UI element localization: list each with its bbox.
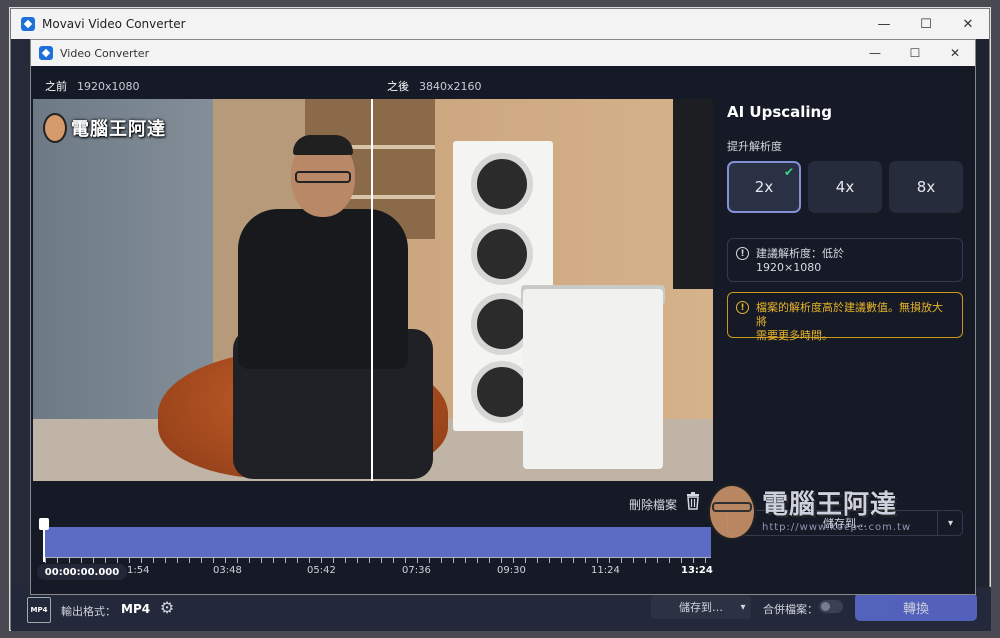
info-icon: ! <box>736 247 749 260</box>
info-text-line1: 建議解析度：低於 <box>756 247 844 260</box>
output-format-label: 輸出格式： <box>61 605 116 618</box>
site-watermark: 電腦王阿達 http://www.kocpc.com.tw <box>706 476 940 556</box>
close-button[interactable]: ✕ <box>947 9 989 39</box>
convert-button[interactable]: 轉換 <box>855 593 977 621</box>
tick-label: 09:30 <box>497 565 526 576</box>
scale-option-label: 4x <box>835 178 855 196</box>
tick-label: 05:42 <box>307 565 336 576</box>
before-label-group: 之前 1920x1080 <box>45 78 140 94</box>
movavi-app-icon <box>21 17 35 31</box>
format-badge-icon[interactable]: MP4 <box>27 597 51 623</box>
video-preview: 電腦王阿達 <box>33 99 713 481</box>
scene-person-glasses <box>295 171 351 183</box>
scale-option-label: 8x <box>916 178 936 196</box>
delete-file-label[interactable]: 刪除檔案 <box>629 496 677 513</box>
scale-option-label: 2x <box>754 178 774 196</box>
minimize-button[interactable]: — <box>863 9 905 39</box>
watermark-glasses <box>712 502 752 512</box>
tick-label: 03:48 <box>213 565 242 576</box>
scale-option-4x[interactable]: 4x <box>808 161 882 213</box>
resolution-warning: ! 檔案的解析度高於建議數值。無損放大將 需要更多時間。 <box>727 292 963 342</box>
dialog-titlebar: Video Converter — ☐ ✕ <box>31 40 975 66</box>
main-titlebar: Movavi Video Converter — ☐ ✕ <box>11 9 989 39</box>
check-icon: ✔ <box>783 165 794 179</box>
logo-face-icon <box>43 113 67 143</box>
trash-icon[interactable] <box>686 492 700 510</box>
before-label: 之前 <box>45 80 67 93</box>
warning-icon: ! <box>736 301 749 314</box>
tick-label: 11:24 <box>591 565 620 576</box>
main-window-title: Movavi Video Converter <box>42 17 186 31</box>
chevron-down-icon[interactable]: ▾ <box>733 595 753 619</box>
watermark-text: 電腦王阿達 <box>762 490 898 520</box>
output-format-value[interactable]: MP4 <box>121 602 150 616</box>
scene-robot-base <box>523 289 663 469</box>
chevron-down-icon[interactable]: ▾ <box>937 510 963 536</box>
timeline-track[interactable] <box>45 527 711 557</box>
channel-logo: 電腦王阿達 <box>43 113 166 143</box>
movavi-app-icon <box>39 46 53 60</box>
before-resolution: 1920x1080 <box>77 80 140 93</box>
comparison-divider[interactable] <box>371 99 373 481</box>
scale-label: 提升解析度 <box>727 140 782 153</box>
scene-speaker-driver <box>471 223 533 285</box>
recommendation-info: ! 建議解析度：低於 1920×1080 <box>727 238 963 282</box>
scale-option-8x[interactable]: 8x <box>889 161 963 213</box>
main-window-controls: — ☐ ✕ <box>863 9 989 39</box>
dialog-close-button[interactable]: ✕ <box>935 40 975 66</box>
channel-logo-text: 電腦王阿達 <box>71 119 166 140</box>
warning-text-line1: 檔案的解析度高於建議數值。無損放大將 <box>756 301 943 328</box>
after-label: 之後 <box>387 80 409 93</box>
after-label-group: 之後 3840x2160 <box>387 78 482 94</box>
dialog-window-controls: — ☐ ✕ <box>855 40 975 66</box>
end-time: 13:24 <box>681 565 713 576</box>
merge-files-toggle[interactable] <box>819 600 843 613</box>
after-resolution: 3840x2160 <box>419 80 482 93</box>
current-time: 00:00:00.000 <box>37 564 127 580</box>
tick-label: 07:36 <box>402 565 431 576</box>
gear-icon[interactable]: ⚙ <box>157 597 177 617</box>
scale-option-2x[interactable]: 2x ✔ <box>727 161 801 213</box>
playhead-handle[interactable] <box>39 518 49 530</box>
warning-text-line2: 需要更多時間。 <box>756 329 833 342</box>
dialog-title: Video Converter <box>60 46 150 60</box>
maximize-button[interactable]: ☐ <box>905 9 947 39</box>
tick-label: 1:54 <box>127 565 150 576</box>
panel-title: AI Upscaling <box>727 103 832 121</box>
dialog-minimize-button[interactable]: — <box>855 40 895 66</box>
watermark-url: http://www.kocpc.com.tw <box>762 522 912 533</box>
merge-files-label: 合併檔案： <box>763 603 818 616</box>
playhead-line <box>43 528 45 562</box>
info-text-line2: 1920×1080 <box>756 261 822 274</box>
scene-tv <box>673 99 713 289</box>
scene-person-body <box>238 209 408 369</box>
dialog-maximize-button[interactable]: ☐ <box>895 40 935 66</box>
scene-speaker-driver <box>471 153 533 215</box>
watermark-face-icon <box>708 484 756 540</box>
scene-person-hair <box>293 135 353 155</box>
timeline-ticks <box>45 557 711 563</box>
